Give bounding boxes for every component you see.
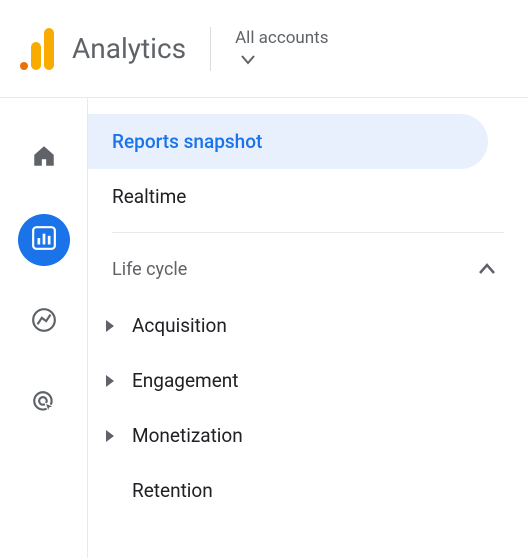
app-header: Analytics All accounts: [0, 0, 528, 98]
chevron-up-icon: [478, 259, 496, 280]
explore-icon: [31, 307, 57, 337]
chevron-down-icon: [241, 50, 255, 69]
rail-explore[interactable]: [18, 296, 70, 348]
expand-right-icon: [106, 320, 114, 332]
nav-panel: Reports snapshot Realtime Life cycle Acq…: [88, 98, 528, 558]
rail-advertising[interactable]: [18, 378, 70, 430]
header-divider: [210, 27, 211, 71]
section-title: Life cycle: [112, 259, 187, 280]
account-picker-label: All accounts: [235, 28, 328, 48]
nav-reports-snapshot[interactable]: Reports snapshot: [88, 114, 488, 169]
nav-divider: [112, 232, 504, 233]
home-icon: [31, 143, 57, 173]
section-life-cycle[interactable]: Life cycle: [88, 241, 528, 298]
account-picker[interactable]: All accounts: [235, 28, 328, 69]
rail-reports[interactable]: [18, 214, 70, 266]
nav-realtime[interactable]: Realtime: [88, 169, 528, 224]
subnav-label: Acquisition: [132, 314, 227, 337]
subnav-label: Monetization: [132, 424, 243, 447]
subnav-retention[interactable]: Retention: [88, 463, 528, 518]
expand-right-icon: [106, 430, 114, 442]
target-click-icon: [31, 389, 57, 419]
nav-item-label: Reports snapshot: [112, 130, 262, 153]
subnav-engagement[interactable]: Engagement: [88, 353, 528, 408]
nav-item-label: Realtime: [112, 185, 186, 208]
spacer: [106, 485, 114, 497]
analytics-logo-icon: [20, 28, 54, 70]
rail-home[interactable]: [18, 132, 70, 184]
subnav-label: Engagement: [132, 369, 239, 392]
bar-chart-icon: [31, 225, 57, 255]
icon-rail: [0, 98, 88, 558]
subnav-label: Retention: [132, 479, 213, 502]
app-title: Analytics: [72, 32, 186, 65]
expand-right-icon: [106, 375, 114, 387]
subnav-acquisition[interactable]: Acquisition: [88, 298, 528, 353]
subnav-monetization[interactable]: Monetization: [88, 408, 528, 463]
logo-section: Analytics: [20, 28, 186, 70]
main-area: Reports snapshot Realtime Life cycle Acq…: [0, 98, 528, 558]
